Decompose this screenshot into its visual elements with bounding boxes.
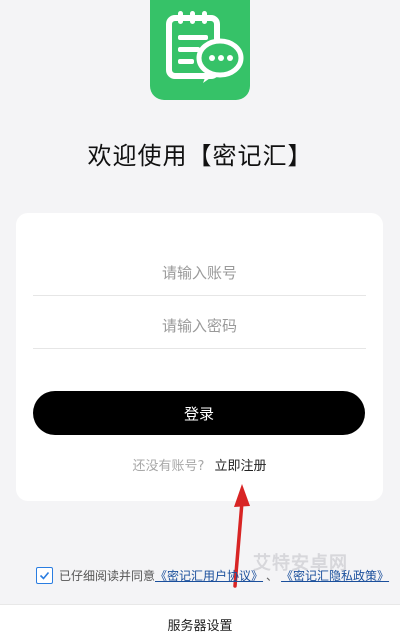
agreement-prefix: 已仔细阅读并同意 — [59, 568, 156, 583]
server-settings-button[interactable]: 服务器设置 — [0, 604, 400, 644]
welcome-title: 欢迎使用【密记汇】 — [87, 142, 313, 170]
privacy-policy-link[interactable]: 《密记汇隐私政策》 — [281, 567, 389, 584]
app-logo — [150, 0, 250, 100]
account-field[interactable] — [33, 251, 366, 296]
login-button[interactable]: 登录 — [33, 391, 365, 435]
password-field[interactable] — [33, 304, 366, 349]
login-card: 登录 还没有账号? 立即注册 — [16, 213, 383, 501]
password-input[interactable] — [33, 316, 366, 336]
agreement-separator: 、 — [266, 568, 279, 583]
account-input[interactable] — [33, 263, 366, 283]
register-link[interactable]: 立即注册 — [214, 459, 266, 474]
user-agreement-link[interactable]: 《密记汇用户协议》 — [155, 567, 263, 584]
no-account-hint: 还没有账号? — [132, 459, 205, 474]
notepad-chat-icon — [166, 11, 244, 83]
agreement-row: 已仔细阅读并同意 《密记汇用户协议》、《密记汇隐私政策》 — [36, 566, 396, 584]
agreement-checkbox[interactable] — [36, 566, 53, 584]
checkmark-icon — [39, 571, 50, 580]
register-prompt: 还没有账号? 立即注册 — [16, 455, 383, 474]
